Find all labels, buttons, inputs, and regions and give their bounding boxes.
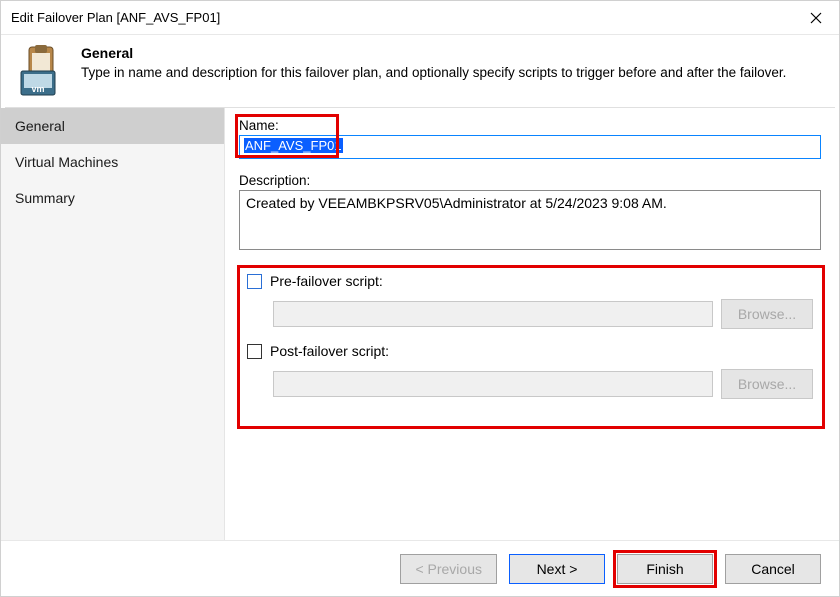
failover-plan-window: Edit Failover Plan [ANF_AVS_FP01] vm Gen…	[0, 0, 840, 597]
pre-script-browse-button[interactable]: Browse...	[721, 299, 813, 329]
post-script-path-input[interactable]	[273, 371, 713, 397]
description-textarea[interactable]	[239, 190, 821, 250]
close-button[interactable]	[793, 1, 839, 35]
previous-button[interactable]: < Previous	[400, 554, 497, 584]
header-text: General Type in name and description for…	[81, 45, 827, 99]
description-label: Description:	[239, 173, 821, 188]
post-script-checkbox-row: Post-failover script:	[247, 343, 813, 359]
window-title: Edit Failover Plan [ANF_AVS_FP01]	[11, 10, 220, 25]
body: General Virtual Machines Summary Name: A…	[1, 108, 839, 540]
pre-script-checkbox[interactable]	[247, 274, 262, 289]
content: Name: ANF_AVS_FP01 Description: Pre-fail…	[225, 108, 839, 540]
sidebar-item-general[interactable]: General	[1, 108, 224, 144]
post-script-block: Post-failover script: Browse...	[247, 343, 813, 399]
finish-button[interactable]: Finish	[617, 554, 713, 584]
name-label: Name:	[239, 118, 821, 133]
header-subheading: Type in name and description for this fa…	[81, 65, 827, 80]
name-input-value: ANF_AVS_FP01	[244, 138, 343, 153]
close-icon	[810, 12, 822, 24]
svg-text:vm: vm	[31, 84, 44, 94]
scripts-group: Pre-failover script: Browse... Post-fail…	[239, 267, 821, 427]
name-field-wrap: Name: ANF_AVS_FP01	[239, 118, 821, 159]
header-heading: General	[81, 45, 827, 61]
pre-script-label: Pre-failover script:	[270, 273, 383, 289]
post-script-checkbox[interactable]	[247, 344, 262, 359]
pre-script-path-input[interactable]	[273, 301, 713, 327]
post-script-browse-button[interactable]: Browse...	[721, 369, 813, 399]
sidebar: General Virtual Machines Summary	[1, 108, 225, 540]
name-input[interactable]: ANF_AVS_FP01	[239, 135, 821, 159]
header: vm General Type in name and description …	[1, 35, 839, 107]
pre-script-checkbox-row: Pre-failover script:	[247, 273, 813, 289]
plan-icon: vm	[15, 45, 69, 99]
cancel-button[interactable]: Cancel	[725, 554, 821, 584]
next-button[interactable]: Next >	[509, 554, 605, 584]
footer: < Previous Next > Finish Cancel	[1, 540, 839, 596]
sidebar-item-summary[interactable]: Summary	[1, 180, 224, 216]
pre-script-block: Pre-failover script: Browse...	[247, 273, 813, 329]
titlebar: Edit Failover Plan [ANF_AVS_FP01]	[1, 1, 839, 35]
sidebar-item-virtual-machines[interactable]: Virtual Machines	[1, 144, 224, 180]
post-script-label: Post-failover script:	[270, 343, 389, 359]
